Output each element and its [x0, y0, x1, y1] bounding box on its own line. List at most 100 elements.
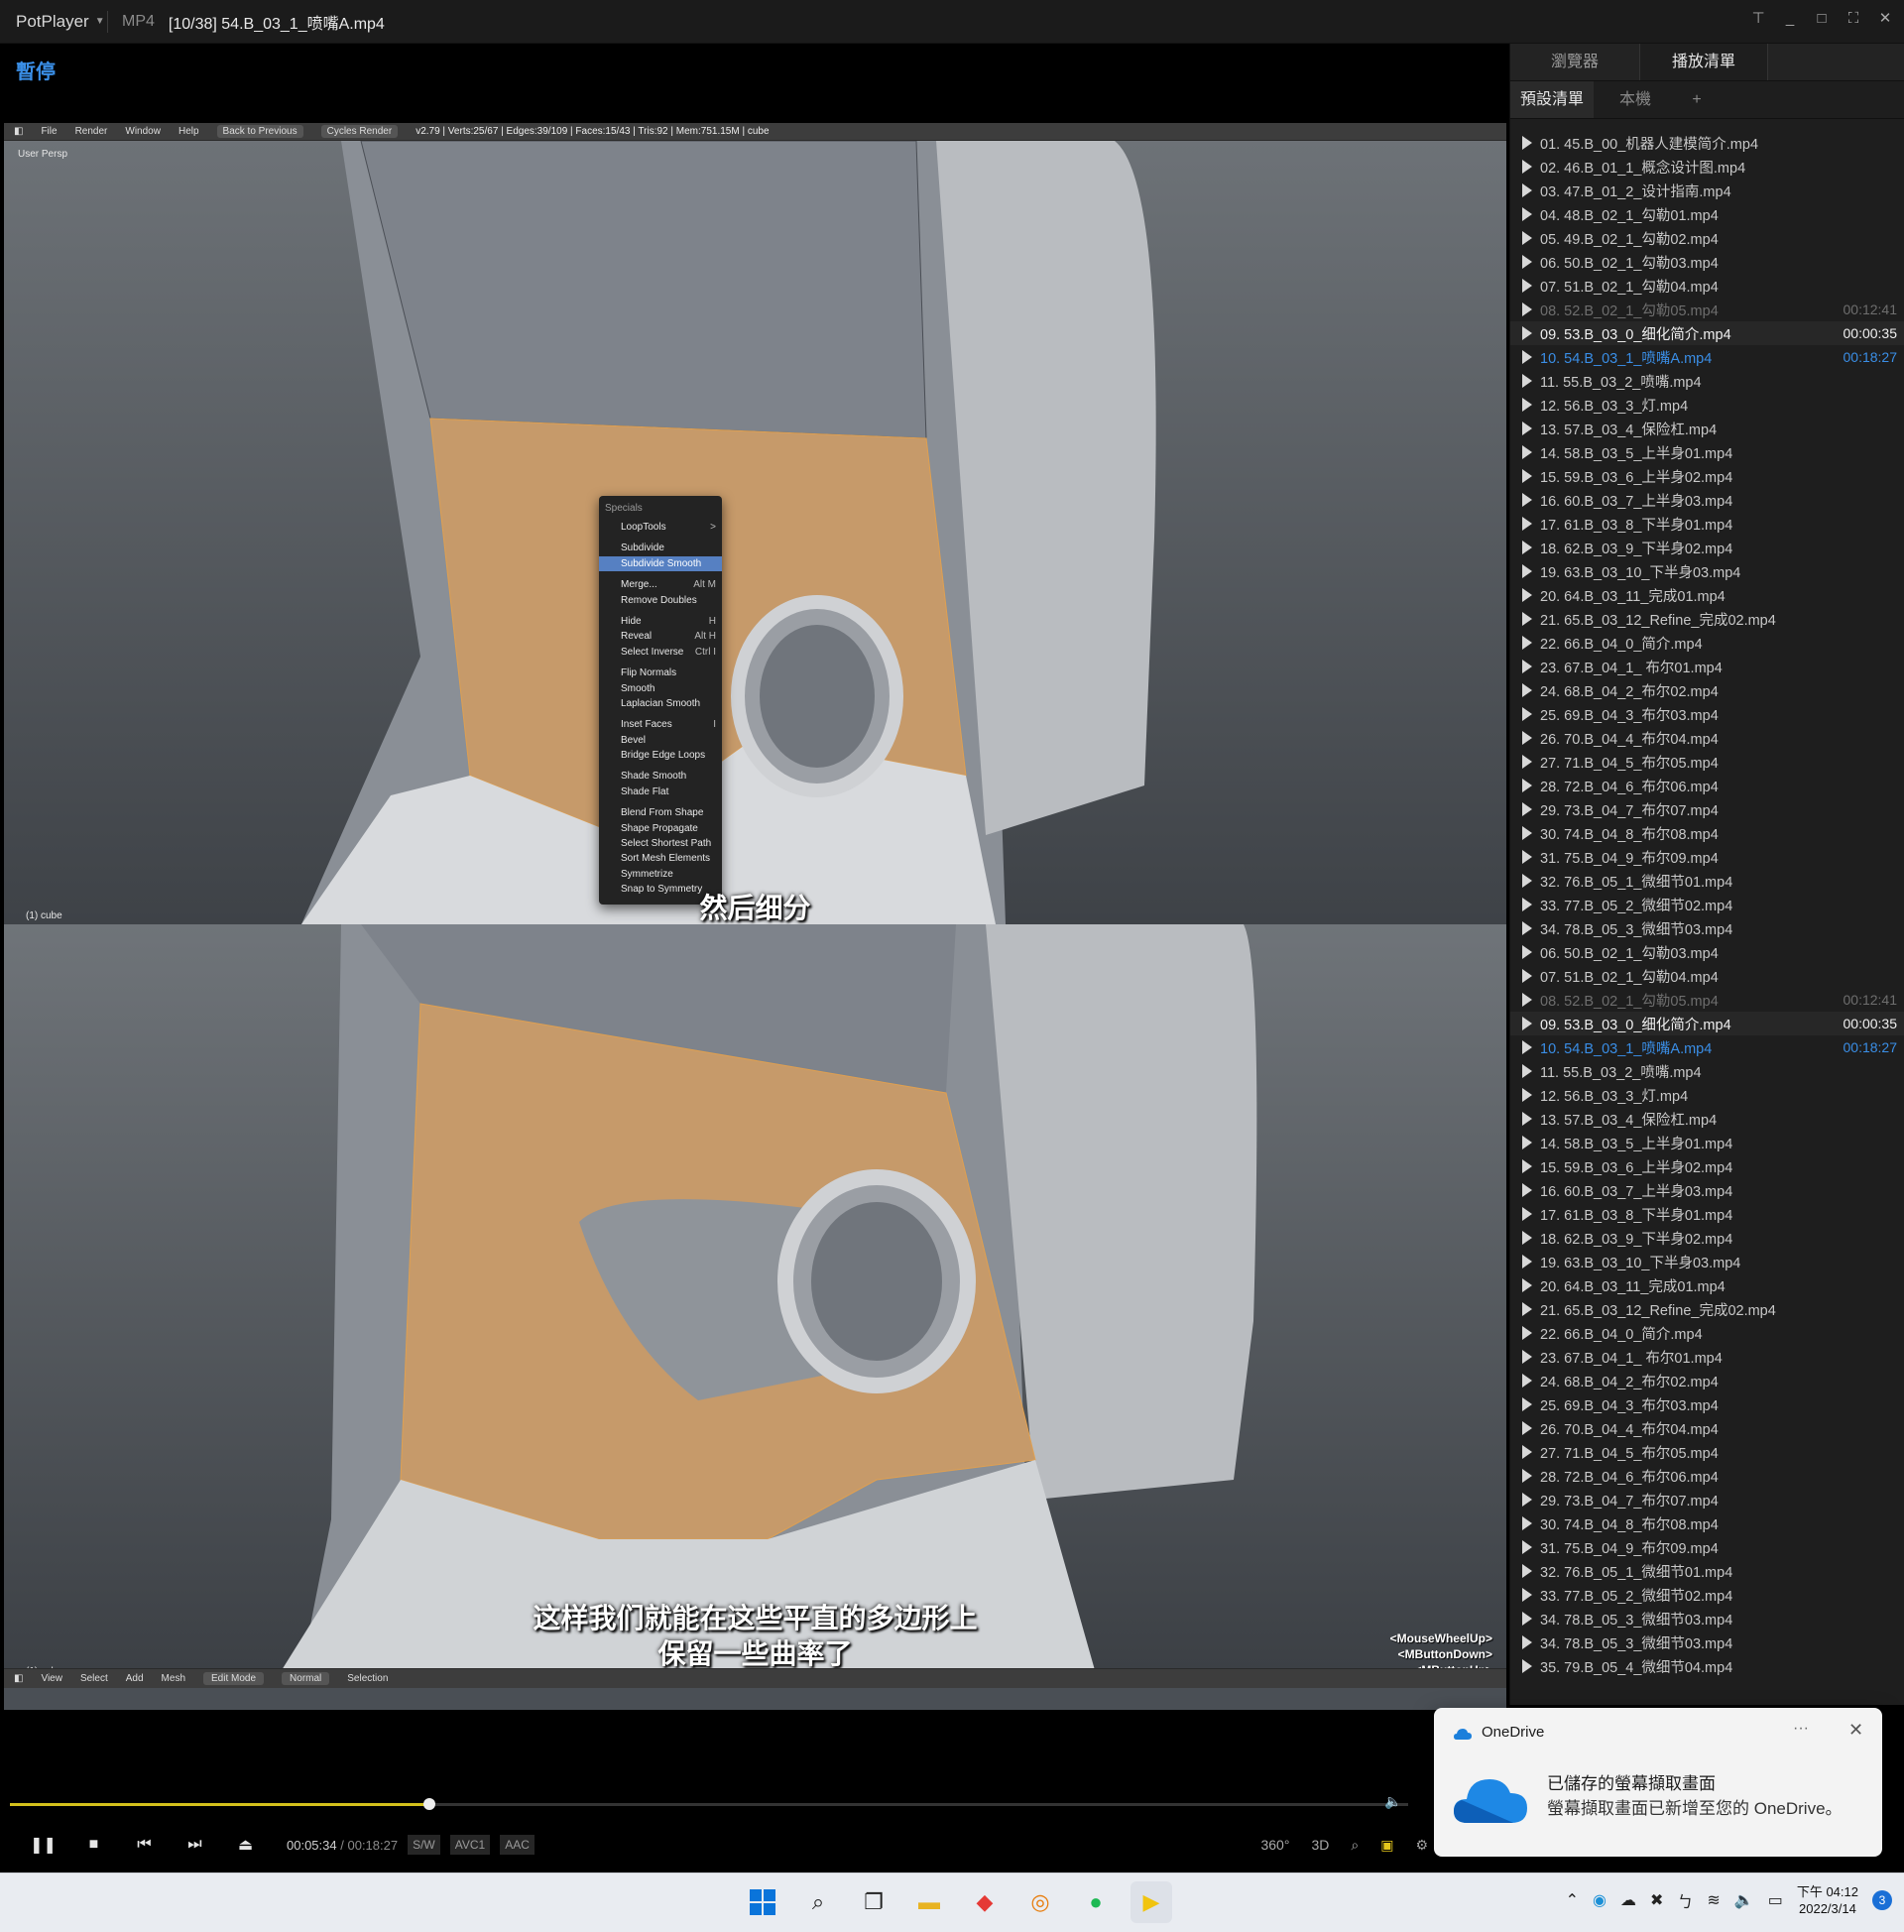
playlist-item[interactable]: 19. 63.B_03_10_下半身03.mp4	[1510, 1250, 1904, 1273]
playlist-item[interactable]: 08. 52.B_02_1_勾勒05.mp4 00:12:41	[1510, 298, 1904, 321]
gear-icon[interactable]: ⚙	[1415, 1837, 1428, 1854]
onedrive-notification[interactable]: OneDrive ··· ✕ 已儲存的螢幕擷取畫面 螢幕擷取畫面已新增至您的 O…	[1434, 1708, 1882, 1857]
search-icon[interactable]: ⌕	[1351, 1837, 1359, 1854]
search-icon[interactable]: ⌕	[797, 1881, 839, 1923]
spotify-icon[interactable]: ●	[1075, 1881, 1117, 1923]
playlist-item[interactable]: 29. 73.B_04_7_布尔07.mp4	[1510, 1488, 1904, 1511]
playlist-item[interactable]: 13. 57.B_03_4_保险杠.mp4	[1510, 417, 1904, 440]
playlist-item[interactable]: 28. 72.B_04_6_布尔06.mp4	[1510, 1464, 1904, 1488]
playlist-item[interactable]: 11. 55.B_03_2_喷嘴.mp4	[1510, 369, 1904, 393]
playlist-item[interactable]: 06. 50.B_02_1_勾勒03.mp4	[1510, 940, 1904, 964]
playlist-item[interactable]: 14. 58.B_03_5_上半身01.mp4	[1510, 440, 1904, 464]
playlist-item[interactable]: 21. 65.B_03_12_Refine_完成02.mp4	[1510, 607, 1904, 631]
task-view-icon[interactable]: ❐	[853, 1881, 894, 1923]
tab-default-list[interactable]: 預設清單	[1510, 81, 1594, 118]
close-icon[interactable]: ✕	[1876, 10, 1894, 28]
playlist-item[interactable]: 26. 70.B_04_4_布尔04.mp4	[1510, 726, 1904, 750]
playlist-item[interactable]: 22. 66.B_04_0_简介.mp4	[1510, 631, 1904, 655]
onedrive-tray-icon[interactable]: ☁	[1620, 1890, 1636, 1910]
playlist-item[interactable]: 19. 63.B_03_10_下半身03.mp4	[1510, 559, 1904, 583]
playlist-item[interactable]: 33. 77.B_05_2_微细节02.mp4	[1510, 893, 1904, 916]
vivaldi-icon[interactable]: ◆	[964, 1881, 1006, 1923]
playlist-item[interactable]: 31. 75.B_04_9_布尔09.mp4	[1510, 845, 1904, 869]
playlist-item[interactable]: 13. 57.B_03_4_保险杠.mp4	[1510, 1107, 1904, 1131]
playlist-item[interactable]: 31. 75.B_04_9_布尔09.mp4	[1510, 1535, 1904, 1559]
playlist-item[interactable]: 12. 56.B_03_3_灯.mp4	[1510, 393, 1904, 417]
start-icon[interactable]	[742, 1881, 783, 1923]
playlist-item[interactable]: 15. 59.B_03_6_上半身02.mp4	[1510, 464, 1904, 488]
app-menu-button[interactable]: PotPlayer ▼	[0, 12, 107, 32]
file-explorer-icon[interactable]: ▬	[908, 1881, 950, 1923]
eject-button[interactable]: ⏏	[220, 1830, 271, 1860]
playlist-item[interactable]: 08. 52.B_02_1_勾勒05.mp4 00:12:41	[1510, 988, 1904, 1012]
playlist-item[interactable]: 15. 59.B_03_6_上半身02.mp4	[1510, 1154, 1904, 1178]
playlist-item[interactable]: 26. 70.B_04_4_布尔04.mp4	[1510, 1416, 1904, 1440]
audio-codec-badge[interactable]: AAC	[500, 1835, 535, 1855]
maximize-icon[interactable]: □	[1813, 10, 1831, 28]
playlist-item[interactable]: 09. 53.B_03_0_细化简介.mp4 00:00:35	[1510, 321, 1904, 345]
seek-bar[interactable]	[10, 1798, 1408, 1810]
app-tray-icon[interactable]: ✖	[1650, 1890, 1663, 1910]
more-options-button[interactable]: ···	[1793, 1720, 1809, 1738]
playlist-item[interactable]: 20. 64.B_03_11_完成01.mp4	[1510, 1273, 1904, 1297]
clock[interactable]: 下午 04:12 2022/3/14	[1797, 1883, 1858, 1917]
playlist-item[interactable]: 27. 71.B_04_5_布尔05.mp4	[1510, 1440, 1904, 1464]
playlist-item[interactable]: 33. 77.B_05_2_微细节02.mp4	[1510, 1583, 1904, 1607]
playlist-item[interactable]: 24. 68.B_04_2_布尔02.mp4	[1510, 678, 1904, 702]
playlist-item[interactable]: 14. 58.B_03_5_上半身01.mp4	[1510, 1131, 1904, 1154]
playlist-item[interactable]: 18. 62.B_03_9_下半身02.mp4	[1510, 536, 1904, 559]
playlist-item[interactable]: 21. 65.B_03_12_Refine_完成02.mp4	[1510, 1297, 1904, 1321]
battery-icon[interactable]: ▭	[1768, 1890, 1783, 1910]
speaker-icon[interactable]: 🔈	[1734, 1890, 1754, 1910]
playlist-item[interactable]: 20. 64.B_03_11_完成01.mp4	[1510, 583, 1904, 607]
playlist-item[interactable]: 28. 72.B_04_6_布尔06.mp4	[1510, 774, 1904, 797]
playlist-item[interactable]: 10. 54.B_03_1_喷嘴A.mp4 00:18:27	[1510, 345, 1904, 369]
playlist-item[interactable]: 34. 78.B_05_3_微细节03.mp4	[1510, 916, 1904, 940]
chevron-up-icon[interactable]: ⌃	[1566, 1890, 1579, 1910]
playlist-item[interactable]: 29. 73.B_04_7_布尔07.mp4	[1510, 797, 1904, 821]
playlist-item[interactable]: 25. 69.B_04_3_布尔03.mp4	[1510, 702, 1904, 726]
playlist-item[interactable]: 27. 71.B_04_5_布尔05.mp4	[1510, 750, 1904, 774]
tab-playlist[interactable]: 播放清單	[1639, 44, 1768, 80]
volume-icon[interactable]: 🔈	[1384, 1793, 1401, 1810]
playlist-item[interactable]: 09. 53.B_03_0_细化简介.mp4 00:00:35	[1510, 1012, 1904, 1035]
playlist-item[interactable]: 05. 49.B_02_1_勾勒02.mp4	[1510, 226, 1904, 250]
tab-browser[interactable]: 瀏覽器	[1510, 44, 1639, 80]
clock-app-icon[interactable]: ◉	[1593, 1890, 1606, 1910]
playlist-item[interactable]: 12. 56.B_03_3_灯.mp4	[1510, 1083, 1904, 1107]
close-notification-button[interactable]: ✕	[1848, 1720, 1863, 1741]
playlist-item[interactable]: 32. 76.B_05_1_微细节01.mp4	[1510, 1559, 1904, 1583]
pause-button[interactable]: ❚❚	[18, 1830, 68, 1860]
notification-badge[interactable]: 3	[1872, 1890, 1892, 1910]
playlist-item[interactable]: 11. 55.B_03_2_喷嘴.mp4	[1510, 1059, 1904, 1083]
playlist-item[interactable]: 23. 67.B_04_1_ 布尔01.mp4	[1510, 655, 1904, 678]
playlist-item[interactable]: 22. 66.B_04_0_简介.mp4	[1510, 1321, 1904, 1345]
360-button[interactable]: 360°	[1260, 1837, 1289, 1853]
playlist-item[interactable]: 01. 45.B_00_机器人建模简介.mp4	[1510, 131, 1904, 155]
minimize-icon[interactable]: _	[1781, 10, 1799, 28]
next-button[interactable]: ⏭	[170, 1830, 220, 1860]
playlist-item[interactable]: 32. 76.B_05_1_微细节01.mp4	[1510, 869, 1904, 893]
pin-icon[interactable]: ⊤	[1749, 10, 1767, 28]
decoder-badge[interactable]: S/W	[408, 1835, 440, 1855]
playlist-item[interactable]: 17. 61.B_03_8_下半身01.mp4	[1510, 512, 1904, 536]
playlist-item[interactable]: 16. 60.B_03_7_上半身03.mp4	[1510, 1178, 1904, 1202]
playlist-item[interactable]: 30. 74.B_04_8_布尔08.mp4	[1510, 821, 1904, 845]
video-area[interactable]: 暫停 ◧ File Render Window Help Back to Pre…	[0, 44, 1509, 1789]
playlist-item[interactable]: 16. 60.B_03_7_上半身03.mp4	[1510, 488, 1904, 512]
stop-button[interactable]: ■	[68, 1830, 119, 1860]
playlist-item[interactable]: 02. 46.B_01_1_概念设计图.mp4	[1510, 155, 1904, 179]
fullscreen-icon[interactable]: ⛶	[1844, 10, 1862, 28]
seek-handle[interactable]	[423, 1798, 435, 1810]
playlist-item[interactable]: 30. 74.B_04_8_布尔08.mp4	[1510, 1511, 1904, 1535]
playlist-item[interactable]: 06. 50.B_02_1_勾勒03.mp4	[1510, 250, 1904, 274]
previous-button[interactable]: ⏮	[119, 1830, 170, 1860]
wifi-icon[interactable]: ≋	[1707, 1890, 1720, 1910]
potplayer-icon[interactable]: ▶	[1130, 1881, 1172, 1923]
playlist-toggle-icon[interactable]: ▣	[1380, 1837, 1393, 1854]
playlist-item[interactable]: 03. 47.B_01_2_设计指南.mp4	[1510, 179, 1904, 202]
playlist-item[interactable]: 34. 78.B_05_3_微细节03.mp4	[1510, 1630, 1904, 1654]
playlist-item[interactable]: 04. 48.B_02_1_勾勒01.mp4	[1510, 202, 1904, 226]
add-list-button[interactable]: +	[1677, 81, 1717, 118]
playlist-item[interactable]: 17. 61.B_03_8_下半身01.mp4	[1510, 1202, 1904, 1226]
